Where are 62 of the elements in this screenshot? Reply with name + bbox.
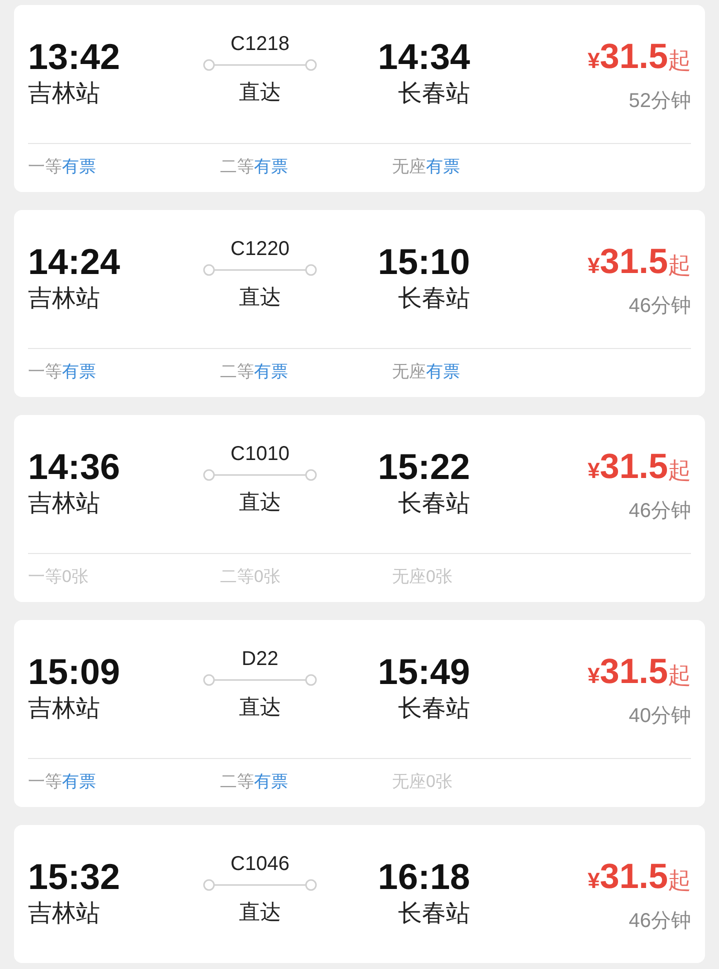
seat-availability: 一等有票 [28, 157, 96, 176]
duration: 46分钟 [628, 499, 691, 524]
seat-availability: 无座有票 [392, 157, 460, 176]
arrival-time: 15:10 [378, 240, 470, 284]
train-number: D22 [242, 647, 278, 672]
route-type: 直达 [239, 900, 281, 926]
departure-time: 14:24 [28, 240, 120, 284]
arrival-station: 长春站 [398, 284, 470, 314]
price: ¥31.5起 [588, 651, 691, 693]
arrival-time: 16:18 [378, 855, 470, 899]
arrival-station: 长春站 [398, 694, 470, 724]
seat-availability: 无座0张 [392, 567, 452, 586]
duration: 52分钟 [628, 89, 691, 114]
departure-station: 吉林站 [28, 899, 100, 929]
seat-availability: 一等有票 [28, 772, 96, 791]
train-number: C1218 [230, 32, 290, 57]
train-card[interactable]: 13:42 吉林站 C1218 直达 14:34 长春站 ¥31.5起 52分钟 一等有票 二等有票 无座有票 [14, 5, 705, 192]
route-type: 直达 [239, 80, 281, 106]
seat-availability: 二等0张 [220, 567, 280, 586]
seat-availability: 一等有票 [28, 362, 96, 381]
price: ¥31.5起 [588, 856, 691, 898]
seat-availability: 二等有票 [220, 362, 288, 381]
price: ¥31.5起 [588, 241, 691, 283]
seat-availability: 无座0张 [392, 772, 452, 791]
train-number: C1010 [230, 442, 290, 467]
arrival-time: 15:22 [378, 445, 470, 489]
route-line-icon [203, 674, 317, 686]
route-type: 直达 [239, 490, 281, 516]
arrival-station: 长春站 [398, 489, 470, 519]
departure-station: 吉林站 [28, 79, 100, 109]
train-card[interactable]: 14:24 吉林站 C1220 直达 15:10 长春站 ¥31.5起 46分钟 一等有票 二等有票 无座有票 [14, 210, 705, 397]
route-type: 直达 [239, 695, 281, 721]
arrival-station: 长春站 [398, 79, 470, 109]
route-line-icon [203, 879, 317, 891]
train-card[interactable]: 14:36 吉林站 C1010 直达 15:22 长春站 ¥31.5起 46分钟 一等0张 二等0张 无座0张 [14, 415, 705, 602]
seat-availability: 一等0张 [28, 567, 88, 586]
route-type: 直达 [239, 285, 281, 311]
train-number: C1220 [230, 237, 290, 262]
duration: 46分钟 [628, 294, 691, 319]
departure-time: 15:09 [28, 650, 120, 694]
price: ¥31.5起 [588, 36, 691, 78]
price: ¥31.5起 [588, 446, 691, 488]
departure-time: 15:32 [28, 855, 120, 899]
departure-time: 14:36 [28, 445, 120, 489]
duration: 46分钟 [628, 909, 691, 934]
route-line-icon [203, 469, 317, 481]
route-line-icon [203, 59, 317, 71]
seat-availability: 无座有票 [392, 362, 460, 381]
train-number: C1046 [230, 852, 290, 877]
duration: 40分钟 [628, 704, 691, 729]
departure-station: 吉林站 [28, 694, 100, 724]
route-line-icon [203, 264, 317, 276]
departure-station: 吉林站 [28, 284, 100, 314]
departure-time: 13:42 [28, 35, 120, 79]
seat-availability: 二等有票 [220, 157, 288, 176]
arrival-time: 15:49 [378, 650, 470, 694]
departure-station: 吉林站 [28, 489, 100, 519]
train-card[interactable]: 15:32 吉林站 C1046 直达 16:18 长春站 ¥31.5起 46分钟 [14, 825, 705, 963]
arrival-station: 长春站 [398, 899, 470, 929]
arrival-time: 14:34 [378, 35, 470, 79]
seat-availability: 二等有票 [220, 772, 288, 791]
train-card[interactable]: 15:09 吉林站 D22 直达 15:49 长春站 ¥31.5起 40分钟 一等有票 二等有票 无座0张 [14, 620, 705, 807]
